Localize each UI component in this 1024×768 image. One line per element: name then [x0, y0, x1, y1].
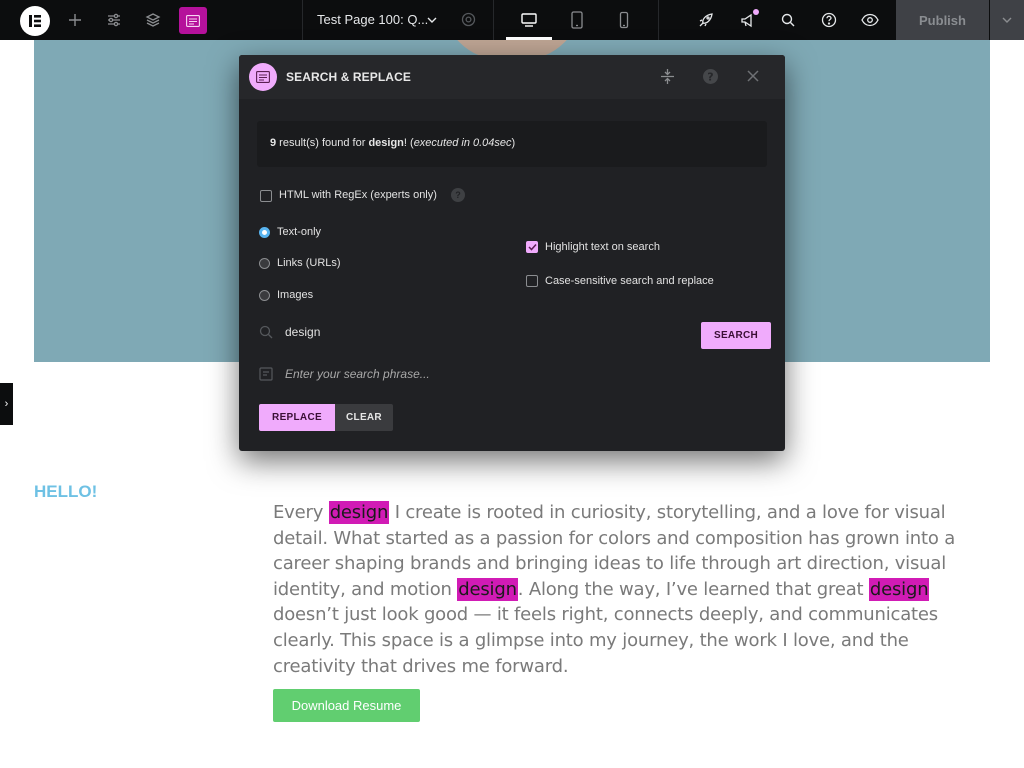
search-icon[interactable]	[768, 0, 808, 40]
notification-dot	[753, 9, 759, 15]
chevron-down-icon[interactable]	[426, 13, 438, 31]
search-highlight: design	[868, 577, 930, 601]
announcements-megaphone-icon[interactable]	[728, 0, 768, 40]
site-settings-icon[interactable]	[94, 0, 134, 40]
dialog-help-icon[interactable]: ?	[702, 68, 719, 90]
search-replace-logo-icon	[249, 63, 277, 91]
top-bar: Test Page 100: Q... Publish	[0, 0, 1024, 40]
dialog-header: SEARCH & REPLACE ?	[239, 55, 785, 99]
paragraph-text: doesn’t just look good — it feels right,…	[273, 604, 938, 677]
mode-label-images: Images	[277, 289, 314, 301]
highlight-on-search-checkbox[interactable]	[526, 241, 538, 253]
about-paragraph: Every design I create is rooted in curio…	[273, 500, 988, 679]
panel-toggle-button[interactable]: ›	[0, 383, 13, 425]
tablet-view-icon[interactable]	[554, 0, 600, 40]
result-text: 9 result(s) found for design! (executed …	[270, 137, 516, 149]
highlight-on-search-label: Highlight text on search	[545, 241, 660, 253]
regex-help-icon[interactable]: ?	[451, 188, 465, 202]
search-replace-tool-icon[interactable]	[179, 7, 207, 34]
search-button[interactable]: SEARCH	[701, 322, 771, 349]
mode-radio-links[interactable]	[259, 258, 270, 269]
case-sensitive-checkbox[interactable]	[526, 275, 538, 287]
mode-label-text-only: Text-only	[277, 226, 322, 238]
svg-text:?: ?	[707, 71, 713, 84]
paragraph-text: . Along the way, I’ve learned that great	[517, 578, 869, 600]
execution-time: executed in 0.04sec	[413, 137, 512, 149]
help-icon[interactable]	[809, 0, 849, 40]
replace-input[interactable]	[285, 367, 585, 381]
rocket-icon[interactable]	[686, 0, 726, 40]
section-heading: HELLO!	[34, 482, 98, 501]
expand-collapse-icon[interactable]	[659, 68, 676, 90]
download-resume-button[interactable]: Download Resume	[273, 689, 420, 722]
preview-eye-icon[interactable]	[850, 0, 890, 40]
dialog-title: SEARCH & REPLACE	[286, 70, 411, 84]
html-regex-label: HTML with RegEx (experts only)	[279, 189, 437, 201]
page-settings-gear-icon[interactable]	[460, 11, 477, 33]
elementor-logo-icon[interactable]	[20, 6, 50, 36]
mode-radio-text-only[interactable]	[259, 227, 270, 238]
search-input[interactable]	[285, 325, 585, 339]
toolbar-divider	[302, 0, 303, 40]
search-highlight: design	[457, 577, 518, 601]
clear-button[interactable]: CLEAR	[335, 404, 393, 431]
toolbar-divider	[493, 0, 494, 40]
mobile-view-icon[interactable]	[601, 0, 647, 40]
structure-layers-icon[interactable]	[133, 0, 173, 40]
checkmark-icon	[527, 243, 537, 251]
replace-button[interactable]: REPLACE	[259, 404, 335, 431]
toolbar-divider	[658, 0, 659, 40]
result-summary: 9 result(s) found for design! (executed …	[257, 121, 767, 167]
publish-button[interactable]: Publish	[896, 0, 989, 40]
search-field-icon	[259, 325, 273, 344]
desktop-view-icon[interactable]	[506, 0, 552, 40]
page-title[interactable]: Test Page 100: Q...	[317, 12, 428, 27]
paragraph-text: Every	[273, 502, 329, 523]
close-icon[interactable]	[746, 69, 760, 88]
mode-radio-images[interactable]	[259, 290, 270, 301]
search-replace-dialog: SEARCH & REPLACE ? 9 result(s) found for…	[239, 55, 785, 451]
case-sensitive-label: Case-sensitive search and replace	[545, 275, 714, 287]
html-regex-checkbox[interactable]	[260, 190, 272, 202]
search-highlight: design	[328, 501, 390, 524]
mode-label-links: Links (URLs)	[277, 257, 341, 269]
replace-field-icon	[259, 367, 273, 381]
publish-options-chevron-icon[interactable]	[990, 0, 1024, 40]
result-term: design	[368, 137, 404, 149]
add-element-icon[interactable]	[55, 0, 95, 40]
